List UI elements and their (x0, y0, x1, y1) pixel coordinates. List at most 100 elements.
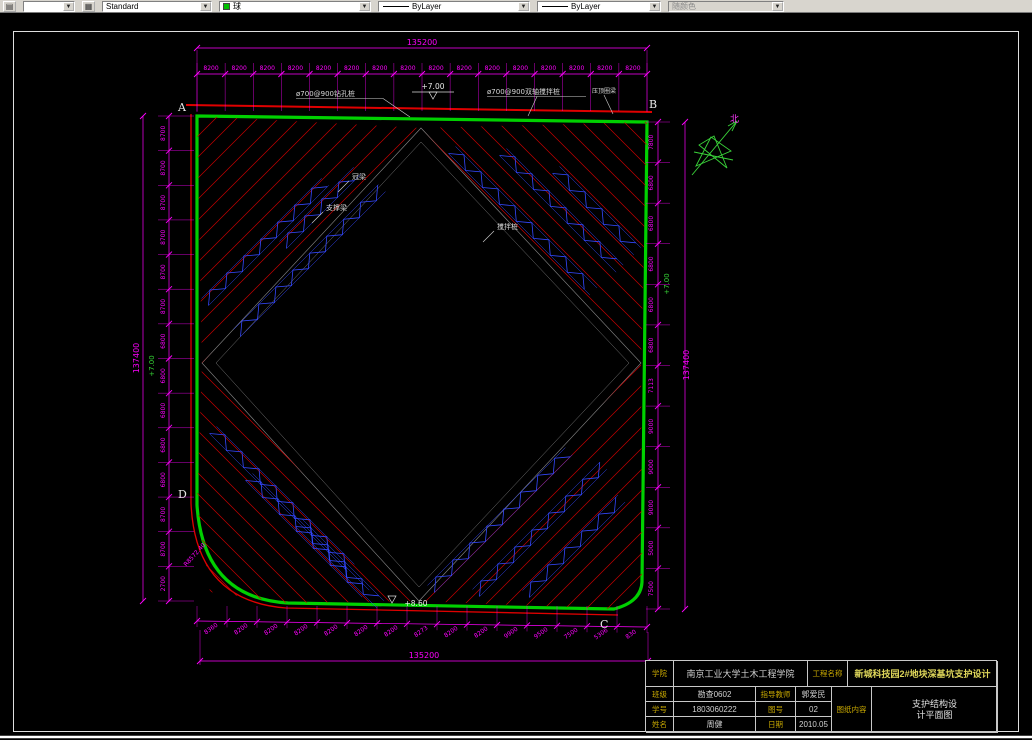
advisor-value: 郭爱民 (796, 687, 832, 702)
draw-tool-icon[interactable]: ▤ (3, 0, 16, 12)
lineweight-combo[interactable]: ByLayer ▼ (537, 0, 661, 12)
content-line-1: 支护结构设 (911, 698, 957, 709)
brace-truss (499, 155, 617, 260)
name-label: 姓名 (646, 717, 674, 733)
dim-label: 6800 (160, 437, 167, 452)
brace-trusses (201, 146, 642, 609)
elevation-top: +7.00 (422, 82, 445, 91)
chevron-down-icon[interactable]: ▼ (359, 1, 370, 11)
dim-label: 2700 (160, 576, 167, 591)
dim-label: 8200 (263, 622, 280, 637)
corner-label-b: B (649, 98, 657, 111)
plotstyle-combo: 随颜色 ▼ (668, 0, 784, 12)
school-value: 南京工业大学土木工程学院 (674, 661, 808, 687)
dim-label: 8200 (260, 65, 275, 72)
dim-label: 8200 (232, 65, 247, 72)
name-value: 周健 (674, 717, 756, 733)
dim-label: 8200 (541, 65, 556, 72)
class-label: 班级 (646, 687, 674, 702)
north-label: 北 (730, 114, 739, 125)
elevation-left: +7.00 (148, 355, 156, 376)
dim-label: 8200 (288, 65, 303, 72)
dim-label: 8200 (473, 625, 490, 640)
dim-label: 5000 (648, 540, 655, 555)
student-id-label: 学号 (646, 702, 674, 717)
lineweight-value: ByLayer (571, 1, 601, 11)
dim-label: 6800 (160, 472, 167, 487)
layer-value: 球 (233, 1, 241, 11)
drawing-canvas[interactable]: 135200 8200 8200 8200 8200 8200 8200 8200 8200 82… (0, 13, 1032, 740)
dim-label: 8700 (160, 195, 167, 210)
dim-label: 8700 (160, 160, 167, 175)
dim-label: 8200 (383, 624, 400, 639)
school-label: 学院 (646, 661, 674, 687)
linetype-combo[interactable]: ByLayer ▼ (378, 0, 530, 12)
dim-label: 8700 (160, 229, 167, 244)
dim-label: 7500 (563, 626, 580, 641)
pit-outline (195, 114, 649, 611)
dim-label: 8200 (293, 623, 310, 638)
dim-label: 9000 (648, 419, 655, 434)
cap-beam-label: 压顶圈梁 (592, 87, 616, 95)
quick-select-combo[interactable]: ▼ (23, 0, 75, 12)
date-value: 2010.05 (796, 717, 832, 733)
layer-combo[interactable]: 球 ▼ (219, 0, 371, 12)
chevron-down-icon[interactable]: ▼ (63, 1, 74, 11)
dim-label: 8200 (569, 65, 584, 72)
content-line-2: 计平面图 (916, 709, 953, 720)
dim-label: 830 (624, 628, 638, 640)
elevation-bottom: +8.60 (405, 599, 428, 608)
dim-label: 8700 (160, 299, 167, 314)
dim-label: 8700 (160, 126, 167, 141)
dim-label: 137400 (132, 343, 141, 374)
dim-label: 7500 (648, 581, 655, 596)
dim-label: 137400 (682, 350, 691, 381)
class-value: 勘查0602 (674, 687, 756, 702)
dim-label: 8200 (344, 65, 359, 72)
advisor-label: 指导教师 (756, 687, 796, 702)
dim-label: 8700 (160, 507, 167, 522)
dim-label: 8700 (160, 541, 167, 556)
dim-label: 8200 (457, 65, 472, 72)
content-value: 支护结构设 计平面图 (872, 687, 998, 733)
title-block: 学院 南京工业大学土木工程学院 工程名称 新城科技园2#地块深基坑支护设计 班级… (645, 660, 998, 733)
date-label: 日期 (756, 717, 796, 733)
chevron-down-icon[interactable]: ▼ (649, 1, 660, 11)
toolbar: ▤ ▼ ▦ Standard ▼ 球 ▼ ByLayer ▼ ByLayer ▼… (0, 0, 1032, 13)
dim-label: 8200 (597, 65, 612, 72)
dim-label: 6800 (648, 216, 655, 231)
dim-label: 8200 (323, 623, 340, 638)
dim-label: 7113 (648, 378, 655, 393)
dim-label: 6800 (160, 403, 167, 418)
dim-label: 6800 (160, 368, 167, 383)
dim-label: 8273 (413, 624, 430, 639)
elevation-right: +7.00 (663, 273, 671, 294)
linetype-value: ByLayer (412, 1, 442, 11)
red-cap-lines (185, 104, 653, 616)
corner-label-d: D (178, 488, 187, 501)
project-label: 工程名称 (808, 661, 848, 687)
dim-label: 8200 (400, 65, 415, 72)
cad-viewport: 135200 8200 8200 8200 8200 8200 8200 8200 8200 82… (0, 31, 1032, 739)
chevron-down-icon[interactable]: ▼ (200, 1, 211, 11)
dim-label: 8200 (372, 65, 387, 72)
linetype-preview-icon (383, 5, 409, 7)
dim-label: 8700 (160, 264, 167, 279)
brace-truss (295, 526, 379, 597)
content-label: 图纸内容 (832, 687, 872, 733)
dim-label: 6800 (648, 337, 655, 352)
chevron-down-icon: ▼ (772, 1, 783, 11)
dim-label: 9000 (648, 459, 655, 474)
layer-color-chip (223, 2, 230, 10)
bored-pile-label: ø700@900钻孔桩 (296, 89, 355, 98)
text-style-combo[interactable]: Standard ▼ (102, 0, 212, 12)
text-style-value: Standard (106, 1, 139, 11)
dim-label: 8200 (513, 65, 528, 72)
layers-icon[interactable]: ▦ (82, 0, 95, 12)
dim-label: 6800 (160, 333, 167, 348)
dim-label: 9500 (533, 626, 550, 641)
dim-label: 6800 (648, 297, 655, 312)
mixing-pile-row-label: ø700@900双轴搅拌桩 (487, 87, 560, 96)
corner-label-a: A (177, 101, 187, 114)
chevron-down-icon[interactable]: ▼ (518, 1, 529, 11)
